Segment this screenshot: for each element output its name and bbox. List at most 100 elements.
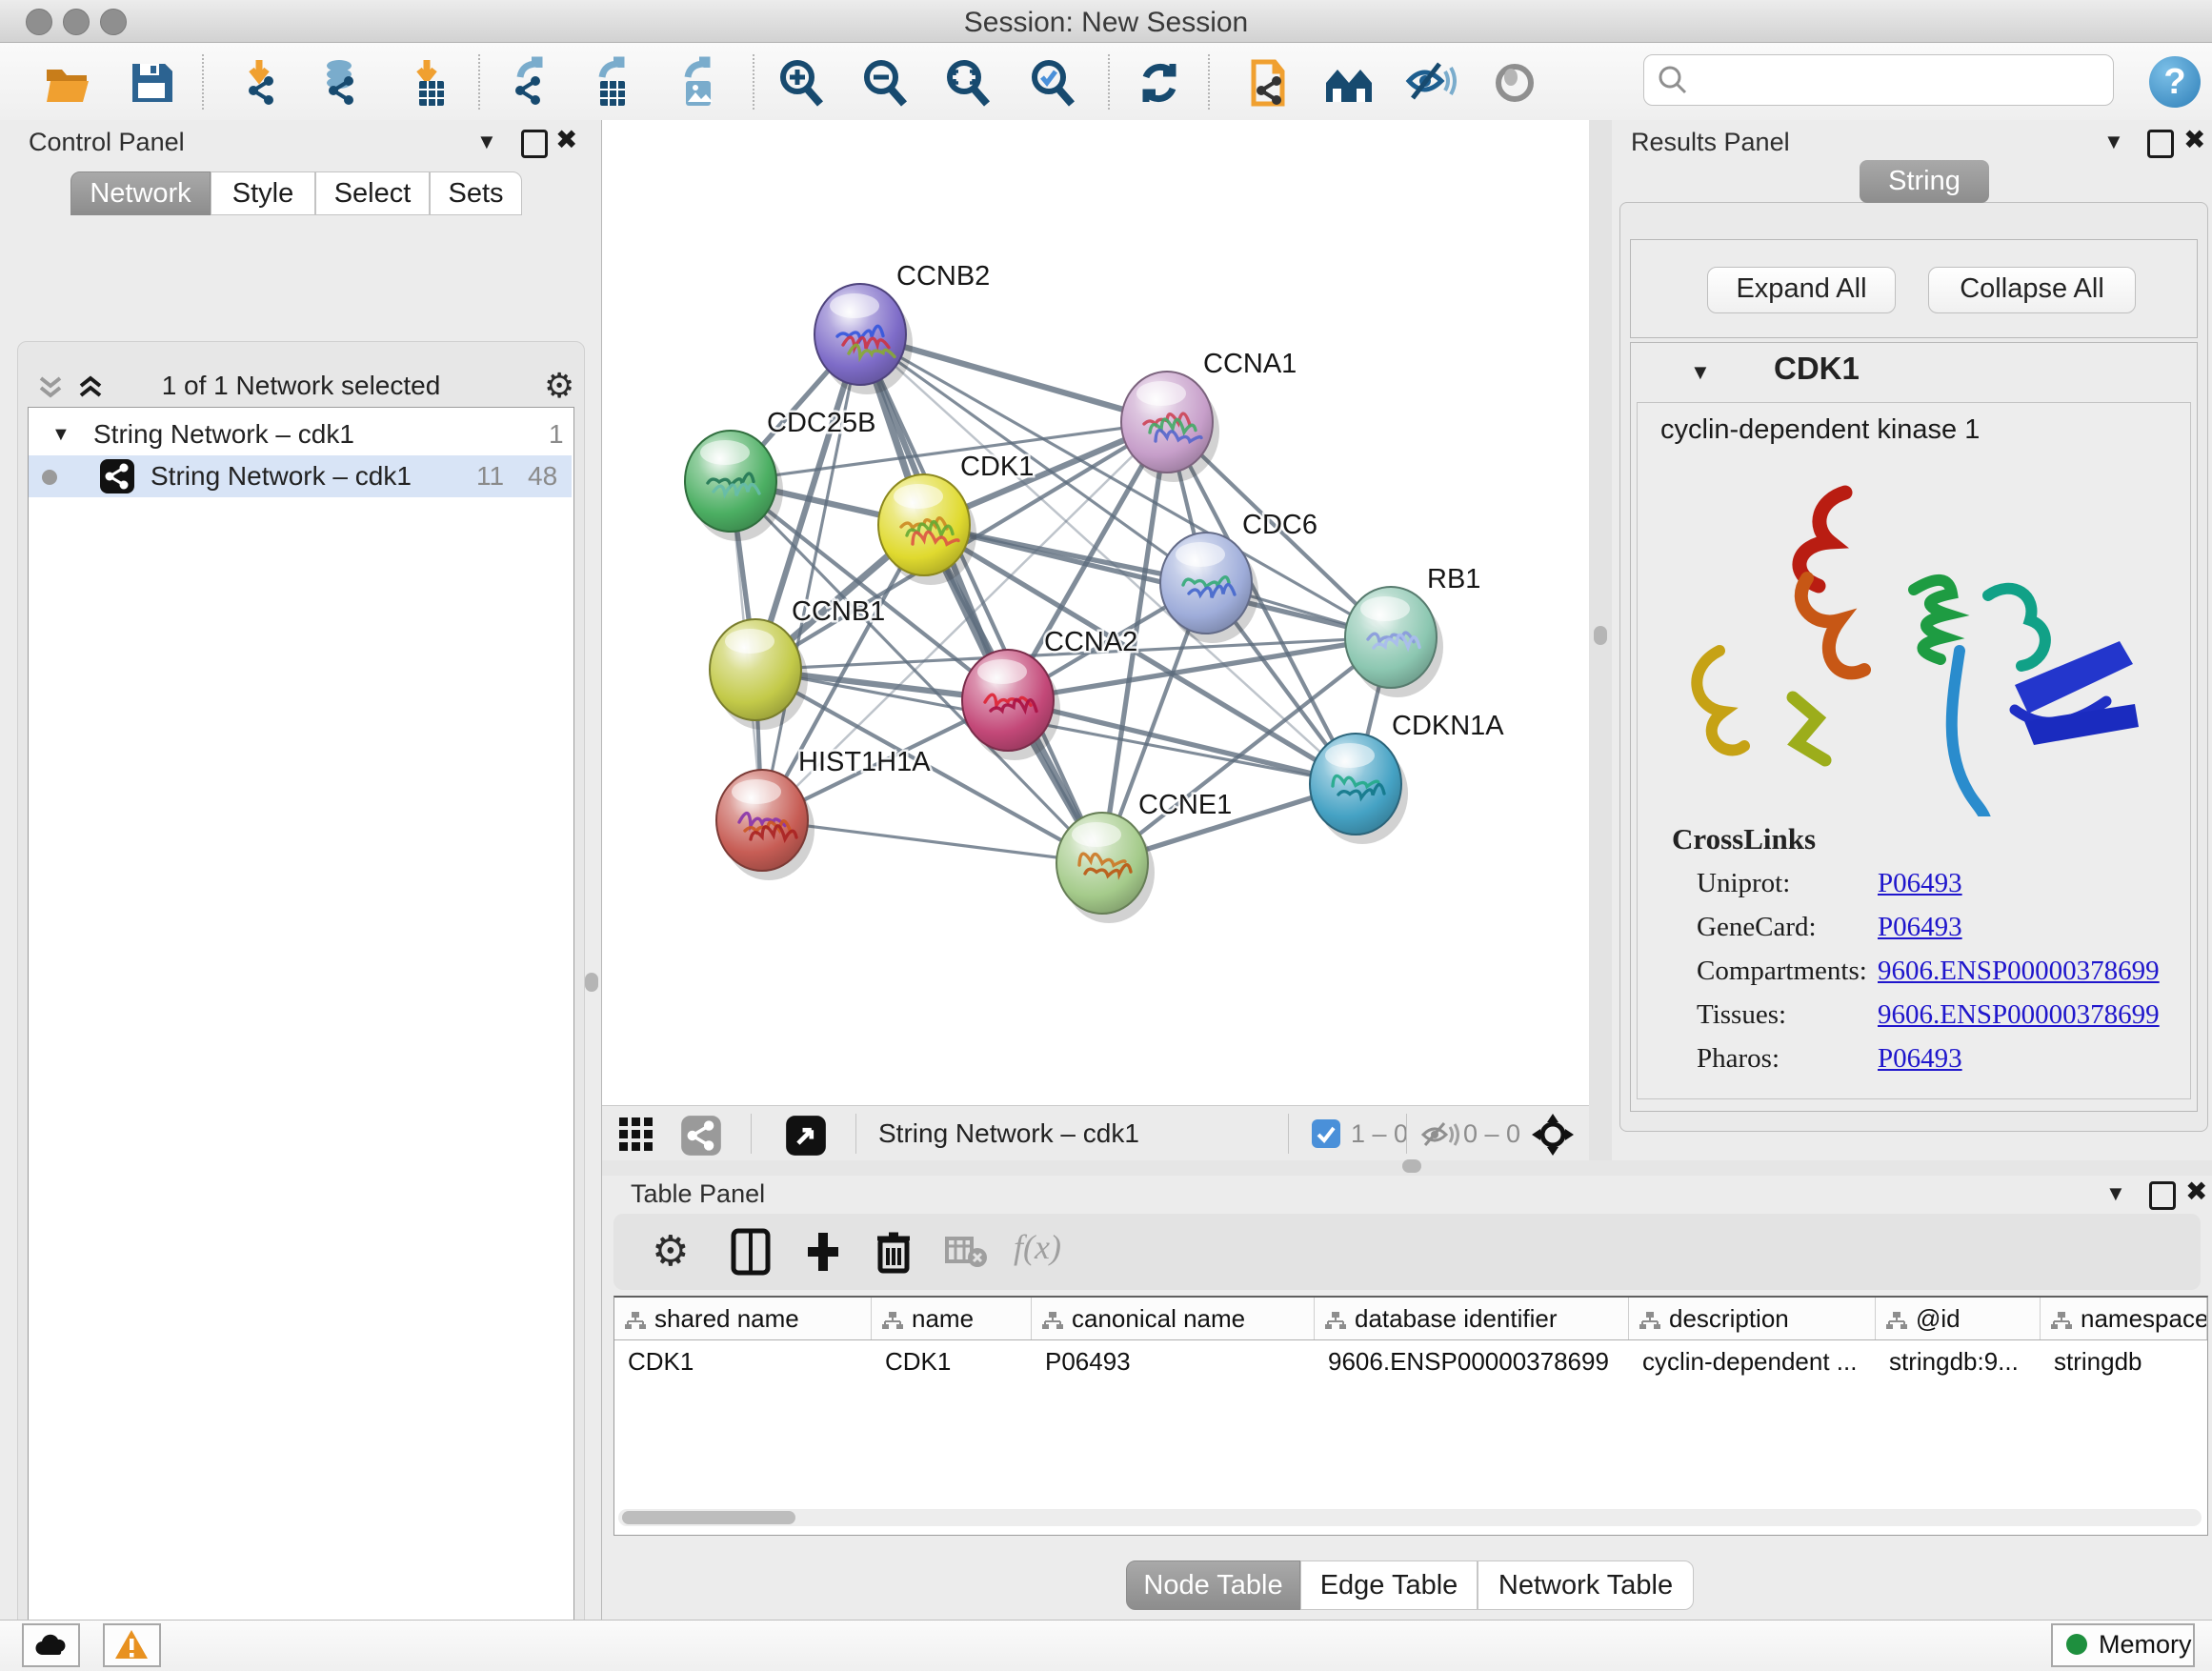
import-table-button[interactable] <box>400 56 453 110</box>
table-cell[interactable]: 9606.ENSP00000378699 <box>1328 1341 1623 1381</box>
vertical-splitter[interactable] <box>1589 120 1612 1160</box>
node-HIST1H1A[interactable] <box>716 770 814 880</box>
hide-selection-button[interactable] <box>1403 56 1457 110</box>
horizontal-splitter[interactable] <box>602 1160 2212 1176</box>
crosslink-link[interactable]: P06493 <box>1878 868 1962 899</box>
preview-button[interactable] <box>1488 56 1541 110</box>
tab-node-table[interactable]: Node Table <box>1126 1560 1300 1610</box>
node-CDK1[interactable] <box>878 474 976 585</box>
column-header-database-identifier[interactable]: database identifier <box>1315 1298 1629 1339</box>
float-panel-icon[interactable] <box>521 130 548 158</box>
column-header-description[interactable]: description <box>1629 1298 1876 1339</box>
cloud-button[interactable] <box>22 1623 80 1667</box>
section-collapse-icon[interactable]: ▼ <box>1690 360 1711 385</box>
open-session-button[interactable] <box>41 56 94 110</box>
network-collection-row[interactable]: ▼ String Network – cdk1 1 <box>29 413 572 455</box>
column-header-namespace[interactable]: namespace <box>2041 1298 2207 1339</box>
scrollbar-thumb[interactable] <box>622 1511 795 1524</box>
tab-network[interactable]: Network <box>70 171 211 215</box>
node-CCNA1[interactable] <box>1121 372 1219 482</box>
import-database-button[interactable] <box>312 56 366 110</box>
column-header-name[interactable]: name <box>872 1298 1032 1339</box>
network-overview-icon[interactable] <box>680 1115 722 1157</box>
node-CCNE1[interactable] <box>1056 813 1155 923</box>
string-import-button[interactable] <box>1240 56 1294 110</box>
goto-network-icon[interactable] <box>785 1115 827 1157</box>
export-image-button[interactable] <box>667 56 720 110</box>
memory-button[interactable]: Memory <box>2051 1623 2195 1667</box>
zoom-out-button[interactable] <box>858 56 912 110</box>
create-column-icon[interactable] <box>798 1227 848 1277</box>
node-CDKN1A[interactable] <box>1310 734 1408 844</box>
node-CDC25B[interactable] <box>685 431 783 541</box>
tab-sets[interactable]: Sets <box>430 171 522 215</box>
network-node-count: 11 <box>476 455 504 497</box>
tab-select[interactable]: Select <box>315 171 430 215</box>
home-button[interactable] <box>1322 56 1376 110</box>
table-cell[interactable]: cyclin-dependent ... <box>1642 1341 1870 1381</box>
crosslink-link[interactable]: P06493 <box>1878 1043 1962 1075</box>
tab-edge-table[interactable]: Edge Table <box>1300 1560 1478 1610</box>
right-splitter-handle[interactable] <box>1594 626 1607 645</box>
selected-checkbox-icon[interactable] <box>1311 1118 1341 1149</box>
export-network-button[interactable] <box>499 56 553 110</box>
delete-column-icon[interactable] <box>869 1227 918 1277</box>
function-builder-icon[interactable]: f(x) <box>1014 1227 1118 1277</box>
collapse-panel-icon[interactable]: ▼ <box>2105 1181 2126 1206</box>
export-table-button[interactable] <box>581 56 634 110</box>
tab-style[interactable]: Style <box>211 171 315 215</box>
zoom-in-button[interactable] <box>774 56 828 110</box>
bottom-splitter-handle[interactable] <box>1402 1159 1421 1173</box>
search-input[interactable] <box>1696 59 2104 99</box>
edge-CDK1-RB1[interactable] <box>924 525 1391 637</box>
node-CDC6[interactable] <box>1160 533 1258 643</box>
tab-network-table[interactable]: Network Table <box>1478 1560 1694 1610</box>
refresh-button[interactable] <box>1133 56 1186 110</box>
search-box <box>1643 54 2114 106</box>
node-CCNA2[interactable] <box>962 650 1060 760</box>
tab-string[interactable]: String <box>1860 160 1989 203</box>
zoom-fit-button[interactable] <box>941 56 995 110</box>
main-toolbar: ? <box>0 43 2212 121</box>
close-panel-icon[interactable]: ✖ <box>2183 128 2205 152</box>
table-cell[interactable]: CDK1 <box>885 1341 1026 1381</box>
collapse-panel-icon[interactable]: ▼ <box>476 130 497 154</box>
table-cell[interactable]: stringdb <box>2054 1341 2202 1381</box>
network-row-selected[interactable]: String Network – cdk1 11 48 <box>29 455 572 497</box>
crosslink-link[interactable]: 9606.ENSP00000378699 <box>1878 999 2160 1031</box>
save-session-icon <box>125 56 178 110</box>
crosslink-link[interactable]: P06493 <box>1878 912 1962 943</box>
help-button[interactable]: ? <box>2149 56 2201 108</box>
column-header-canonical-name[interactable]: canonical name <box>1032 1298 1315 1339</box>
table-cell[interactable]: P06493 <box>1045 1341 1309 1381</box>
network-options-gear-icon[interactable]: ⚙ <box>544 366 574 406</box>
table-cell[interactable]: CDK1 <box>628 1341 866 1381</box>
table-cell[interactable]: stringdb:9... <box>1889 1341 2035 1381</box>
toolbar-divider <box>1208 54 1210 110</box>
table-horizontal-scrollbar[interactable] <box>618 1509 2202 1526</box>
warning-button[interactable] <box>103 1623 161 1667</box>
collapse-all-button[interactable]: Collapse All <box>1928 267 2136 313</box>
birds-eye-view-icon[interactable] <box>619 1117 667 1152</box>
node-CCNB2[interactable] <box>814 284 913 394</box>
zoom-selected-button[interactable] <box>1026 56 1079 110</box>
float-panel-icon[interactable] <box>2147 130 2174 158</box>
node-RB1[interactable] <box>1345 587 1443 697</box>
column-header-shared-name[interactable]: shared name <box>614 1298 872 1339</box>
tree-expand-icon[interactable]: ▼ <box>51 413 70 455</box>
close-panel-icon[interactable]: ✖ <box>2185 1179 2207 1204</box>
column-header--id[interactable]: @id <box>1876 1298 2041 1339</box>
table-options-gear-icon[interactable]: ⚙ <box>652 1227 701 1277</box>
fit-content-crosshair-icon[interactable] <box>1532 1114 1574 1156</box>
crosslink-link[interactable]: 9606.ENSP00000378699 <box>1878 956 2160 987</box>
show-columns-icon[interactable] <box>726 1227 775 1277</box>
left-splitter-handle[interactable] <box>585 973 598 992</box>
network-canvas[interactable]: CCNB2CCNA1CDC25BCDK1CDC6RB1CCNB1CCNA2CDK… <box>602 120 1589 1105</box>
expand-all-button[interactable]: Expand All <box>1707 267 1896 313</box>
import-network-button[interactable] <box>232 56 286 110</box>
save-session-button[interactable] <box>125 56 178 110</box>
float-panel-icon[interactable] <box>2149 1181 2176 1210</box>
close-panel-icon[interactable]: ✖ <box>555 128 577 152</box>
delete-table-icon[interactable] <box>945 1227 989 1277</box>
collapse-panel-icon[interactable]: ▼ <box>2103 130 2124 154</box>
